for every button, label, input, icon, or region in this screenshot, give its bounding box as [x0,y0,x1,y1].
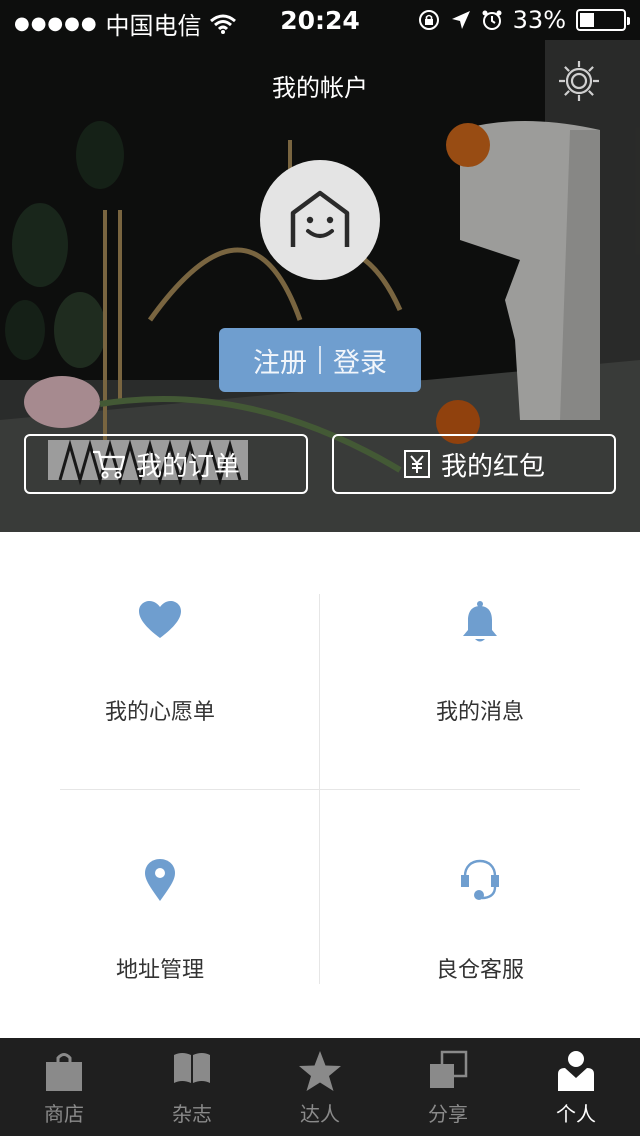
settings-gear-icon[interactable] [556,58,602,104]
feature-grid: 我的心愿单 我的消息 地址管理 良仓客服 [0,532,640,1038]
tab-bar: 商店 杂志 达人 分享 个人 [0,1038,640,1136]
tab-personal-label: 个人 [556,1102,596,1126]
tab-magazine-label: 杂志 [172,1102,212,1126]
tab-share[interactable]: 分享 [384,1038,512,1136]
register-login-button[interactable]: 注册 登录 [219,328,421,392]
wishlist-cell[interactable]: 我的心愿单 [0,592,320,792]
customer-service-label: 良仓客服 [435,958,524,983]
person-icon [558,1051,594,1091]
status-bar: ●●●●● 中国电信 20:24 33% [0,0,640,40]
red-packet-yuan-icon [403,450,430,478]
avatar[interactable] [260,160,380,280]
customer-service-cell[interactable]: 良仓客服 [320,850,640,1050]
battery-icon [576,9,630,31]
tab-shop-label: 商店 [44,1102,84,1126]
rotation-lock-icon [418,10,439,30]
address-management-label: 地址管理 [115,958,204,983]
location-pin-icon [145,859,175,901]
shopping-cart-icon [92,450,126,479]
tab-experts[interactable]: 达人 [256,1038,384,1136]
page-title: 我的帐户 [272,74,368,102]
auth-divider [319,346,321,374]
address-management-cell[interactable]: 地址管理 [0,850,320,1050]
share-squares-icon [430,1050,468,1088]
messages-label: 我的消息 [435,700,524,725]
alarm-icon [482,10,502,30]
battery-percent: 33% [512,6,566,34]
book-icon [174,1053,210,1083]
tab-experts-label: 达人 [300,1102,340,1126]
tab-magazine[interactable]: 杂志 [128,1038,256,1136]
tab-share-label: 分享 [428,1102,468,1126]
heart-icon [139,601,181,638]
star-icon [299,1051,341,1091]
tab-shop[interactable]: 商店 [0,1038,128,1136]
tab-personal[interactable]: 个人 [512,1038,640,1136]
shopping-bag-icon [46,1053,82,1091]
headset-icon [461,859,499,900]
location-arrow-icon [451,11,470,29]
battery-level [580,13,594,27]
house-smile-icon [290,190,350,247]
account-header: ●●●●● 中国电信 20:24 33% 我的帐户 注册 登录 我的订单 我的红… [0,0,640,532]
my-red-packet-label: 我的红包 [440,451,545,482]
bell-icon [463,601,497,642]
login-label[interactable]: 登录 [333,341,387,380]
register-label[interactable]: 注册 [253,341,307,380]
my-orders-label: 我的订单 [135,451,240,482]
wishlist-label: 我的心愿单 [104,700,215,725]
my-red-packet-button[interactable]: 我的红包 [332,434,616,494]
messages-cell[interactable]: 我的消息 [320,592,640,792]
my-orders-button[interactable]: 我的订单 [24,434,308,494]
